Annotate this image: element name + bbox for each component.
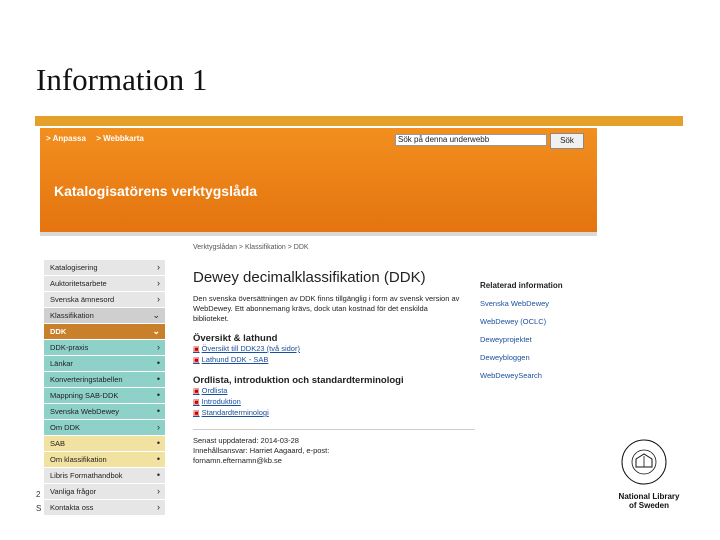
chevron-right-icon: ›	[157, 278, 160, 288]
link-anpassa[interactable]: > Anpassa	[46, 134, 86, 143]
sidebar-item-label: Konverteringstabellen	[50, 375, 123, 384]
slide-footer-left-1: 2	[36, 490, 41, 499]
sidebar-item-label: Om klassifikation	[50, 455, 107, 464]
link-label: Introduktion	[201, 397, 241, 406]
bullet-icon: •	[156, 390, 160, 400]
intro-text: Den svenska översättningen av DDK finns …	[193, 294, 460, 323]
sidebar-item-label: Svenska ämnesord	[50, 295, 115, 304]
sidebar-item-formathandbok[interactable]: Libris Formathandbok •	[44, 468, 165, 484]
sidebar-item-mappning[interactable]: Mappning SAB-DDK •	[44, 388, 165, 404]
link-label: Standardterminologi	[201, 408, 269, 417]
sidebar-item-label: Libris Formathandbok	[50, 471, 123, 480]
chevron-down-icon: ⌄	[152, 326, 160, 336]
main-content: Verktygslådan > Klassifikation > DDK Dew…	[193, 244, 475, 466]
related-link-svenska-webdewey[interactable]: Svenska WebDewey	[480, 295, 590, 313]
content-owner: Innehållsansvar: Harriet Aagaard, e-post…	[193, 446, 330, 455]
library-name: National Library of Sweden	[614, 492, 684, 510]
chevron-down-icon: ⌄	[152, 310, 160, 320]
bullet-icon: •	[156, 374, 160, 384]
updated-date: Senast uppdaterad: 2014-03-28	[193, 436, 299, 445]
sidebar-item-label: DDK-praxis	[50, 343, 89, 352]
bullet-icon: •	[156, 358, 160, 368]
sidebar-item-label: Klassifikation	[50, 311, 94, 320]
sidebar-item-label: SAB	[50, 439, 66, 448]
link-label: Lathund DDK - SAB	[201, 355, 269, 364]
sidebar-item-om-ddk[interactable]: Om DDK ›	[44, 420, 165, 436]
sidebar-item-label: Mappning SAB-DDK	[50, 391, 119, 400]
link-webbkarta[interactable]: > Webbkarta	[96, 134, 144, 143]
link-label: Ordlista	[201, 386, 228, 395]
search-button[interactable]: Sök	[550, 133, 584, 149]
link-lathund[interactable]: ▣ Lathund DDK - SAB	[193, 355, 475, 366]
slide-title: Information 1	[36, 62, 208, 97]
library-name-line2: of Sweden	[628, 501, 669, 510]
sidebar-item-webdewey[interactable]: Svenska WebDewey •	[44, 404, 165, 420]
sidebar-nav: Katalogisering › Auktoritetsarbete › Svens…	[44, 260, 165, 516]
email-text: fornamn.efternamn@kb.se	[193, 456, 282, 465]
pdf-icon: ▣	[193, 357, 200, 364]
sidebar-item-ddk[interactable]: DDK ⌄	[44, 324, 165, 340]
page-heading: Dewey decimalklassifikation (DDK)	[193, 269, 426, 286]
bullet-icon: •	[156, 470, 160, 480]
related-info: Relaterad information Svenska WebDewey W…	[480, 281, 590, 385]
site-title: Katalogisatörens verktygslåda	[54, 183, 258, 199]
header-strip	[40, 232, 597, 236]
related-link-webdeweysearch[interactable]: WebDeweySearch	[480, 367, 590, 385]
section-heading-ordlista: Ordlista, introduktion och standardtermi…	[193, 375, 404, 386]
link-standardterminologi[interactable]: ▣ Standardterminologi	[193, 408, 475, 419]
sidebar-item-label: Länkar	[50, 359, 73, 368]
sidebar-item-label: DDK	[50, 327, 67, 336]
sidebar-item-katalogisering[interactable]: Katalogisering ›	[44, 260, 165, 276]
chevron-right-icon: ›	[157, 342, 160, 352]
sidebar-item-label: Om DDK	[50, 423, 80, 432]
chevron-right-icon: ›	[157, 486, 160, 496]
section-heading-oversikt: Översikt & lathund	[193, 333, 278, 344]
sidebar-item-kontakta-oss[interactable]: Kontakta oss ›	[44, 500, 165, 516]
sidebar-item-om-klassifikation[interactable]: Om klassifikation •	[44, 452, 165, 468]
chevron-right-icon: ›	[157, 422, 160, 432]
sidebar-item-label: Kontakta oss	[50, 503, 94, 512]
sidebar-item-label: Vanliga frågor	[50, 487, 97, 496]
pdf-icon: ▣	[193, 410, 200, 417]
sidebar-item-label: Auktoritetsarbete	[50, 279, 107, 288]
chevron-right-icon: ›	[157, 262, 160, 272]
sidebar-item-label: Katalogisering	[50, 263, 98, 272]
chevron-right-icon: ›	[157, 502, 160, 512]
pdf-icon: ▣	[193, 399, 200, 406]
website-screenshot: > Anpassa > Webbkarta Sök på denna under…	[40, 128, 597, 540]
sidebar-item-klassifikation[interactable]: Klassifikation ⌄	[44, 308, 165, 324]
slide-footer-left-2: S	[36, 504, 42, 513]
sidebar-item-konverteringstabellen[interactable]: Konverteringstabellen •	[44, 372, 165, 388]
sidebar-item-ddk-praxis[interactable]: DDK-praxis ›	[44, 340, 165, 356]
link-label: Översikt till DDK23 (två sidor)	[201, 344, 300, 353]
sidebar-item-lankar[interactable]: Länkar •	[44, 356, 165, 372]
top-links: > Anpassa > Webbkarta	[46, 134, 152, 143]
search-input[interactable]: Sök på denna underwebb	[395, 134, 547, 146]
related-link-deweyprojektet[interactable]: Deweyprojektet	[480, 331, 590, 349]
related-heading: Relaterad information	[480, 281, 563, 290]
library-seal-icon	[621, 439, 667, 485]
divider	[193, 429, 475, 430]
sidebar-item-auktoritetsarbete[interactable]: Auktoritetsarbete ›	[44, 276, 165, 292]
bullet-icon: •	[156, 454, 160, 464]
accent-rule	[35, 116, 683, 126]
library-name-line1: National Library	[618, 492, 680, 501]
pdf-icon: ▣	[193, 346, 200, 353]
link-oversikt[interactable]: ▣ Översikt till DDK23 (två sidor)	[193, 344, 475, 355]
related-link-webdewey-oclc[interactable]: WebDewey (OCLC)	[480, 313, 590, 331]
sidebar-item-label: Svenska WebDewey	[50, 407, 120, 416]
link-introduktion[interactable]: ▣ Introduktion	[193, 397, 475, 408]
sidebar-item-vanliga-fragor[interactable]: Vanliga frågor ›	[44, 484, 165, 500]
related-link-deweybloggen[interactable]: Deweybloggen	[480, 349, 590, 367]
bullet-icon: •	[156, 438, 160, 448]
chevron-right-icon: ›	[157, 294, 160, 304]
pdf-icon: ▣	[193, 388, 200, 395]
bullet-icon: •	[156, 406, 160, 416]
link-ordlista[interactable]: ▣ Ordlista	[193, 386, 475, 397]
page-footer: Senast uppdaterad: 2014-03-28 Innehållsa…	[193, 436, 475, 466]
site-header: > Anpassa > Webbkarta Sök på denna under…	[40, 128, 597, 232]
sidebar-item-sab[interactable]: SAB •	[44, 436, 165, 452]
sidebar-item-amnesord[interactable]: Svenska ämnesord ›	[44, 292, 165, 308]
breadcrumb[interactable]: Verktygslådan > Klassifikation > DDK	[193, 244, 475, 251]
